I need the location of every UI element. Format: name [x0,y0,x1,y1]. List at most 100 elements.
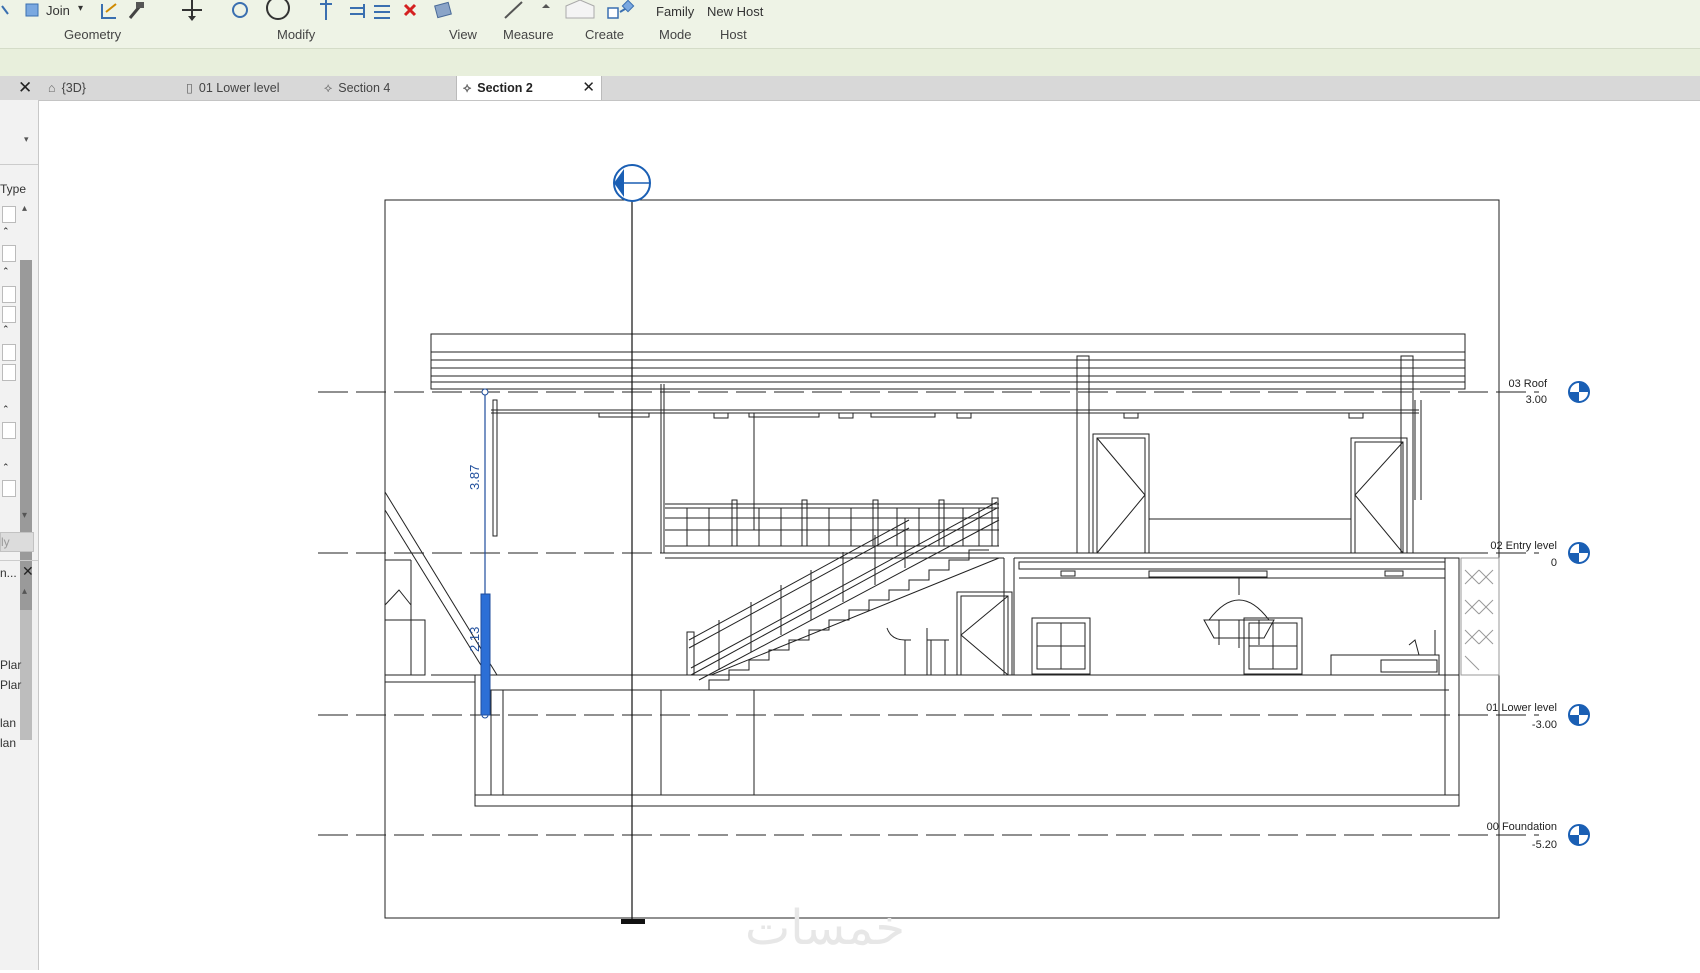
copy-icon[interactable] [232,2,248,18]
delete-icon[interactable] [403,3,417,17]
sofa [1330,630,1440,676]
offset-icon[interactable] [374,5,390,19]
level-elevation: -5.20 [1532,839,1557,851]
upper-railing[interactable] [665,497,999,547]
property-field[interactable] [2,245,16,262]
foundation[interactable] [474,674,1460,807]
dimension-upper[interactable]: 3.87 [467,465,482,490]
tab-3d[interactable]: ⌂ {3D} [42,76,178,100]
browser-item[interactable]: Plar [0,658,21,672]
browser-item[interactable]: lan [0,736,16,750]
level-elevation: 3.00 [1526,394,1547,406]
panel-host[interactable]: Host [720,27,747,42]
align-icon[interactable] [320,0,332,20]
collapse-icon[interactable]: ⌃ [2,462,10,473]
property-field[interactable] [2,344,16,361]
measure-icon[interactable] [504,1,550,19]
properties-panel: ▾ Type ▴ ⌃ ⌃ ⌃ ⌃ ⌃ ▾ ly n... ✕ ▴ Plar Pl… [0,100,39,970]
divider [0,560,38,561]
scroll-up-icon[interactable]: ▴ [22,586,27,597]
tab-label: Section 4 [338,81,391,95]
new-host-label[interactable]: New Host [707,4,763,19]
cut-geometry-icon[interactable] [1,5,9,15]
collapse-icon[interactable]: ⌃ [2,404,10,415]
walls[interactable] [660,355,1422,554]
paint-icon[interactable] [128,2,144,19]
join-icon[interactable] [25,3,39,17]
entry-level-slab[interactable] [665,552,1459,675]
level-head-entry[interactable]: 02 Entry level 0 [1490,540,1590,569]
close-tab-icon[interactable]: ✕ [582,76,595,100]
panel-mode[interactable]: Mode [659,27,692,42]
property-field[interactable] [2,422,16,439]
join-label[interactable]: Join [46,3,70,18]
split-icon[interactable] [350,4,365,18]
options-bar [0,48,1700,77]
tab-label: 01 Lower level [198,81,280,95]
family-label[interactable]: Family [656,4,694,19]
property-field[interactable] [2,306,16,323]
browser-scrollbar[interactable] [20,610,32,740]
lower-windows[interactable] [1031,617,1303,675]
panel-measure[interactable]: Measure [503,27,554,42]
level-elevation: -3.00 [1532,719,1557,731]
move-icon[interactable] [182,0,202,21]
properties-scrollbar[interactable] [20,260,32,610]
scroll-down-icon[interactable]: ▾ [22,510,27,521]
chevron-down-icon[interactable]: ▾ [78,3,83,14]
level-head-lower[interactable]: 01 Lower level -3.00 [1486,702,1590,731]
apply-button[interactable]: ly [0,532,34,552]
lower-level-floor[interactable] [431,557,1460,796]
section-line[interactable] [621,200,645,924]
ceiling-lights [598,412,1364,419]
scroll-up-icon[interactable]: ▴ [22,203,27,214]
level-head-foundation[interactable]: 00 Foundation -5.20 [1487,821,1590,851]
rotate-icon[interactable] [266,0,290,20]
tab-section-4[interactable]: ⟡ Section 4 [322,76,454,100]
floor-plan-icon: ▯ [186,81,193,95]
crop-region[interactable] [384,199,1500,919]
level-name: 00 Foundation [1487,821,1557,833]
apply-label: ly [1,535,10,549]
level-name: 02 Entry level [1490,540,1557,552]
collapse-icon[interactable]: ⌃ [2,226,10,237]
chevron-down-icon[interactable]: ▾ [24,134,29,145]
close-icon[interactable]: ✕ [22,563,34,580]
dimension-lower[interactable]: 2.13 [467,627,482,652]
property-field[interactable] [2,480,16,497]
collapse-icon[interactable]: ⌃ [2,266,10,277]
level-lines[interactable] [318,391,1539,836]
component-icon[interactable] [565,0,595,19]
panel-view[interactable]: View [449,27,477,42]
edit-family-icon[interactable] [607,0,635,19]
browser-item[interactable]: lan [0,716,16,730]
level-elevation: 0 [1551,557,1557,569]
tab-section-2[interactable]: ⟡ Section 2 ✕ [456,76,602,100]
level-name: 01 Lower level [1486,702,1557,714]
tab-01-lower-level[interactable]: ▯ 01 Lower level [182,76,316,100]
upper-doors[interactable] [1092,433,1408,554]
property-field[interactable] [2,364,16,381]
close-icon[interactable]: ✕ [18,76,32,100]
panel-geometry[interactable]: Geometry [64,27,121,42]
terrain-hatch [1460,557,1500,676]
bar-stools [886,627,949,676]
wall-joins-icon[interactable] [101,3,117,19]
panel-modify[interactable]: Modify [277,27,315,42]
panel-create[interactable]: Create [585,27,624,42]
drawing-area[interactable]: 3.87 2.13 03 Roof 3.00 02 Entry level 0 … [26,100,1700,970]
section-head[interactable] [613,164,651,202]
property-field[interactable] [2,286,16,303]
browser-item[interactable]: Plar [0,678,21,692]
tab-label: Section 2 [477,81,533,95]
section-view[interactable]: 3.87 2.13 03 Roof 3.00 02 Entry level 0 … [26,100,1700,970]
view-tab-bar: ✕ ⌂ {3D} ▯ 01 Lower level ⟡ Section 4 ⟡ Sect… [0,76,1700,101]
ribbon: Join ▾ Family New Host Geometry Modify V… [0,0,1700,48]
view-tools-icon[interactable] [434,1,452,19]
tab-label: {3D} [61,81,86,95]
roof-slab[interactable] [430,333,1466,414]
property-field[interactable] [2,206,16,223]
section-icon: ⟡ [463,81,472,95]
chandelier [1203,578,1275,648]
collapse-icon[interactable]: ⌃ [2,324,10,335]
